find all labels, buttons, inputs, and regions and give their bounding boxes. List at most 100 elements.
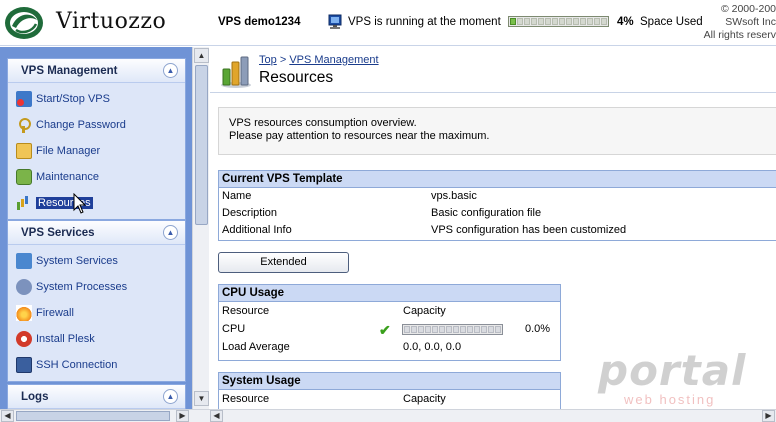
vps-services-header[interactable]: VPS Services ▲ — [8, 221, 185, 245]
bar-segment — [467, 326, 473, 333]
bar-segment — [439, 326, 445, 333]
copyright-text: © 2000-200 SWsoft Inc All rights reserv — [703, 3, 776, 41]
system-services-icon — [16, 253, 32, 269]
cpu-value: 0.0% — [525, 323, 551, 335]
header-bar: Virtuozzo VPS demo1234 VPS is running at… — [0, 0, 776, 46]
bar-segment — [411, 326, 417, 333]
bar-segment — [488, 326, 494, 333]
collapse-services-icon[interactable]: ▲ — [163, 225, 178, 240]
virtuozzo-logo[interactable]: Virtuozzo — [4, 4, 169, 42]
vps-services-panel: VPS Services ▲ System Services System Pr… — [7, 220, 186, 382]
bar-segment — [432, 326, 438, 333]
extended-button[interactable]: Extended — [218, 252, 349, 273]
bar-segment — [573, 18, 579, 25]
template-key: Description — [222, 207, 278, 219]
sidebar-h-thumb[interactable] — [16, 411, 170, 421]
space-used-bar — [508, 16, 609, 27]
sidebar-item-maintenance[interactable]: Maintenance — [8, 164, 185, 190]
sidebar-item-label: File Manager — [36, 145, 101, 157]
sidebar-item-ssh-connection[interactable]: SSH Connection — [8, 352, 185, 378]
scroll-down-icon[interactable]: ▼ — [194, 391, 209, 406]
cpu-capacity-bar — [402, 324, 503, 335]
bar-segment — [510, 18, 516, 25]
sidebar-item-change-password[interactable]: Change Password — [8, 112, 185, 138]
template-value: Basic configuration file — [431, 207, 542, 219]
system-usage-block: System Usage Resource Capacity — [218, 372, 561, 409]
load-average-value: 0.0, 0.0, 0.0 — [403, 341, 462, 353]
breadcrumb-vps-management-link[interactable]: VPS Management — [289, 54, 378, 66]
breadcrumb-top-link[interactable]: Top — [259, 54, 277, 66]
resources-icon — [16, 195, 32, 211]
template-key: Name — [222, 190, 252, 202]
ok-check-icon: ✔ — [379, 322, 391, 338]
sidebar-item-label: Install Plesk — [36, 333, 95, 345]
bar-segment — [404, 326, 410, 333]
sidebar-item-install-plesk[interactable]: Install Plesk — [8, 326, 185, 352]
sidebar-item-label: System Processes — [36, 281, 128, 293]
plesk-icon — [16, 331, 32, 347]
vps-status-text: VPS is running at the moment — [348, 16, 501, 28]
sidebar-item-file-manager[interactable]: File Manager — [8, 138, 185, 164]
template-value: VPS configuration has been customized — [431, 224, 627, 236]
maintenance-icon — [16, 169, 32, 185]
resource-column-header: Resource — [222, 305, 270, 317]
bar-segment — [559, 18, 565, 25]
current-template-title: Current VPS Template — [219, 171, 776, 188]
resource-column-header: Resource — [222, 393, 270, 405]
main-scroll-right-icon[interactable]: ▶ — [762, 410, 775, 422]
bar-segment — [580, 18, 586, 25]
current-template-block: Current VPS Template Name vps.basic Desc… — [218, 170, 776, 241]
sidebar-scrollbar[interactable]: ▲ ▼ — [192, 47, 209, 409]
vps-services-title: VPS Services — [21, 226, 95, 239]
mouse-cursor-icon — [73, 193, 87, 214]
bar-segment — [545, 18, 551, 25]
template-key: Additional Info — [222, 224, 292, 236]
bar-segment — [517, 18, 523, 25]
load-average-row: Load Average 0.0, 0.0, 0.0 — [219, 338, 560, 356]
start-stop-icon — [16, 91, 32, 107]
capacity-column-header: Capacity — [403, 393, 446, 405]
bar-segment — [474, 326, 480, 333]
description-line: Please pay attention to resources near t… — [229, 130, 490, 142]
sidebar-item-system-services[interactable]: System Services — [8, 248, 185, 274]
scroll-thumb[interactable] — [195, 65, 208, 225]
bar-segment — [538, 18, 544, 25]
sidebar-item-label: SSH Connection — [36, 359, 118, 371]
main-content: Top > VPS Management Resources VPS resou… — [210, 47, 776, 409]
collapse-logs-icon[interactable]: ▲ — [163, 389, 178, 404]
main-scroll-left-icon[interactable]: ◀ — [210, 410, 223, 422]
logs-header[interactable]: Logs ▲ — [8, 385, 185, 409]
template-value: vps.basic — [431, 190, 477, 202]
cpu-usage-block: CPU Usage Resource Capacity CPU ✔ 0.0% L… — [218, 284, 561, 361]
firewall-icon — [16, 305, 32, 321]
sidebar-item-label: Maintenance — [36, 171, 99, 183]
resources-chart-icon — [221, 56, 251, 88]
sidebar-item-start-stop-vps[interactable]: Start/Stop VPS — [8, 86, 185, 112]
bar-segment — [552, 18, 558, 25]
scroll-left-icon[interactable]: ◀ — [1, 410, 14, 422]
system-processes-icon — [16, 279, 32, 295]
scroll-right-icon[interactable]: ▶ — [176, 410, 189, 422]
cpu-header-row: Resource Capacity — [219, 302, 560, 320]
cpu-usage-title: CPU Usage — [219, 285, 560, 302]
sidebar-item-resources[interactable]: Resources — [8, 190, 185, 216]
sidebar-item-firewall[interactable]: Firewall — [8, 300, 185, 326]
description-line: VPS resources consumption overview. — [229, 117, 417, 129]
sidebar-item-label: Change Password — [36, 119, 126, 131]
bar-segment — [566, 18, 572, 25]
bar-segment — [425, 326, 431, 333]
collapse-management-icon[interactable]: ▲ — [163, 63, 178, 78]
brand-name: Virtuozzo — [56, 9, 167, 34]
sidebar-item-system-processes[interactable]: System Processes — [8, 274, 185, 300]
bar-segment — [531, 18, 537, 25]
page-header: Top > VPS Management Resources — [210, 47, 776, 93]
bar-segment — [453, 326, 459, 333]
scroll-up-icon[interactable]: ▲ — [194, 48, 209, 63]
sidebar: VPS Management ▲ Start/Stop VPS Change P… — [0, 47, 192, 409]
space-used-value: 4% — [617, 16, 634, 28]
horizontal-scrollbar[interactable]: ◀ ▶ ◀ ▶ — [0, 409, 776, 422]
bar-segment — [495, 326, 501, 333]
vps-management-header[interactable]: VPS Management ▲ — [8, 59, 185, 83]
sidebar-item-label: Start/Stop VPS — [36, 93, 110, 105]
breadcrumb-separator: > — [279, 54, 287, 66]
